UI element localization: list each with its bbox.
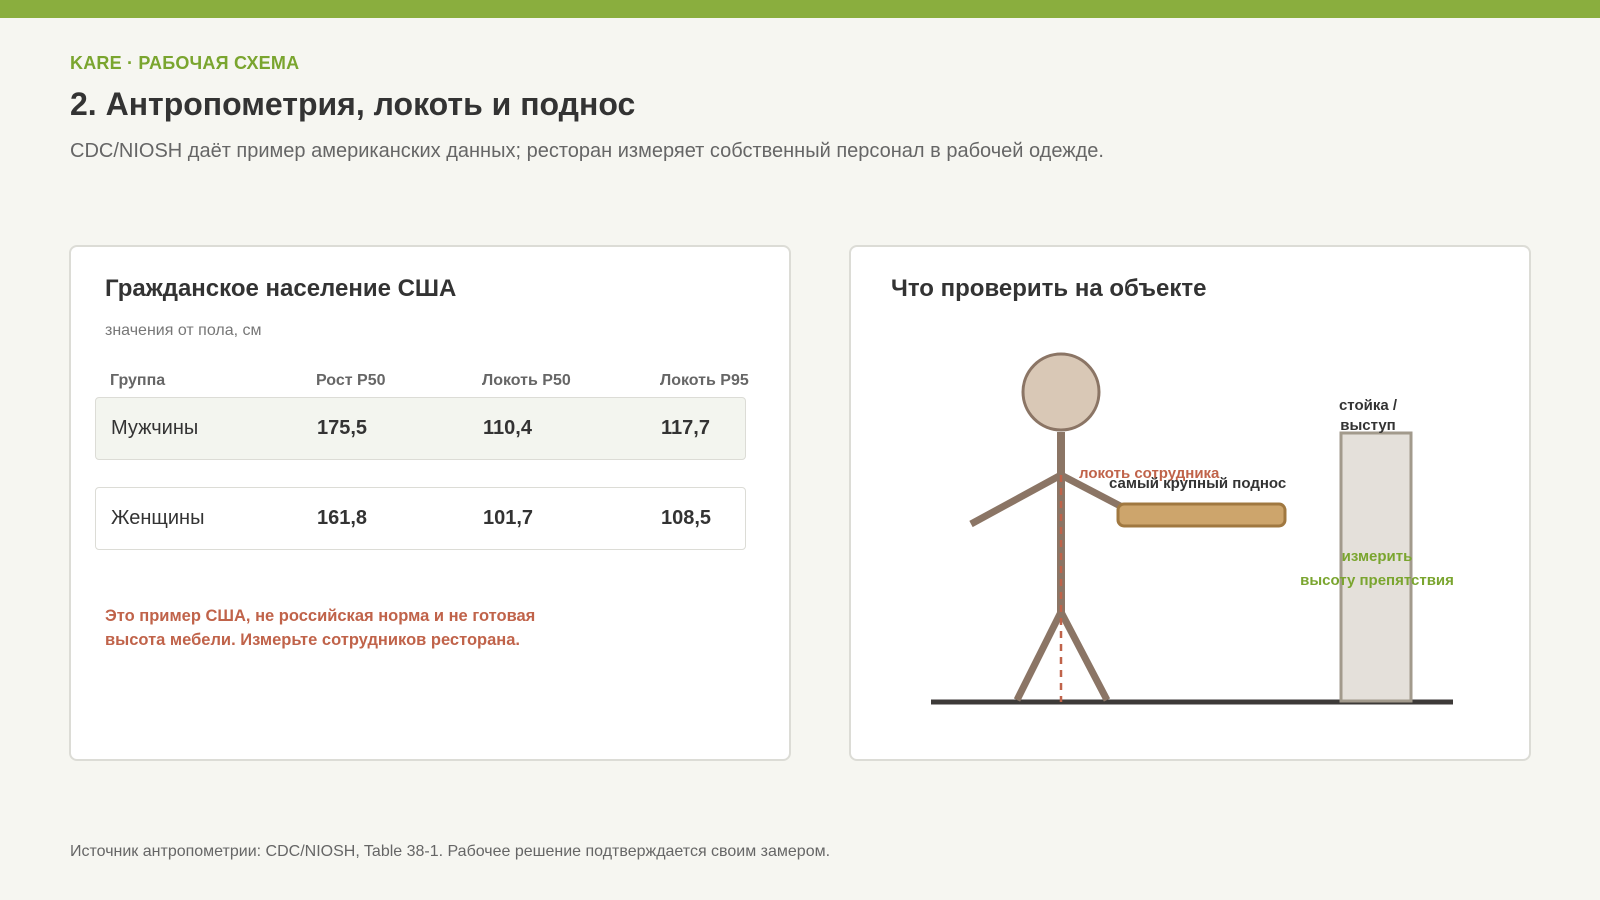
column-header-group: Группа xyxy=(110,372,166,389)
source-footnote: Источник антропометрии: CDC/NIOSH, Table… xyxy=(70,843,831,860)
worker-right-leg xyxy=(1057,610,1111,702)
column-header-height-p50: Рост P50 xyxy=(316,372,386,389)
table-row-women: Женщины 161,8 101,7 108,5 xyxy=(95,487,746,550)
warning-line-2: высота мебели. Измерьте сотрудников рест… xyxy=(105,631,521,649)
counter-label-line-2: выступ xyxy=(1340,417,1396,434)
column-header-elbow-p50: Локоть P50 xyxy=(482,372,571,389)
counter-block xyxy=(1339,431,1413,703)
cell-elbow-p50: 110,4 xyxy=(483,417,532,439)
cell-elbow-p95: 117,7 xyxy=(661,417,710,439)
measure-label-line-1: измерить xyxy=(1342,548,1413,565)
cell-group: Мужчины xyxy=(111,417,199,439)
tray-shape xyxy=(1116,502,1287,528)
units-note: значения от пола, см xyxy=(105,322,262,339)
worker-left-leg xyxy=(1013,610,1065,702)
cell-elbow-p50: 101,7 xyxy=(483,507,534,529)
anthropometry-card-title: Гражданское население США xyxy=(105,275,457,302)
cell-elbow-p95: 108,5 xyxy=(661,507,712,529)
top-accent-bar xyxy=(0,0,1600,18)
warning-text: Это пример США, не российская норма и не… xyxy=(105,604,575,652)
cell-height-p50: 175,5 xyxy=(317,417,368,439)
cell-group: Женщины xyxy=(111,507,205,529)
onsite-check-card: Что проверить на объекте локоть сотрудни… xyxy=(849,245,1531,761)
eyebrow-label: KARE · РАБОЧАЯ СХЕМА xyxy=(70,53,300,73)
worker-head xyxy=(1021,352,1101,432)
column-header-elbow-p95: Локоть P95 xyxy=(660,372,749,389)
cell-height-p50: 161,8 xyxy=(317,507,368,529)
worker-left-arm xyxy=(969,471,1063,528)
measure-label-line-2: высоту препятствия xyxy=(1300,572,1454,589)
page-subtitle: CDC/NIOSH даёт пример американских данны… xyxy=(70,140,1104,162)
table-row-men: Мужчины 175,5 110,4 117,7 xyxy=(95,397,746,460)
tray-label: самый крупный поднос xyxy=(1109,475,1286,492)
worker-counter-diagram: локоть сотрудника самый крупный поднос с… xyxy=(931,352,1454,705)
counter-label-line-1: стойка / xyxy=(1339,397,1398,414)
page-title: 2. Антропометрия, локоть и поднос xyxy=(70,86,636,122)
warning-line-1: Это пример США, не российская норма и не… xyxy=(105,607,536,625)
anthropometry-card: Гражданское население США значения от по… xyxy=(69,245,791,761)
